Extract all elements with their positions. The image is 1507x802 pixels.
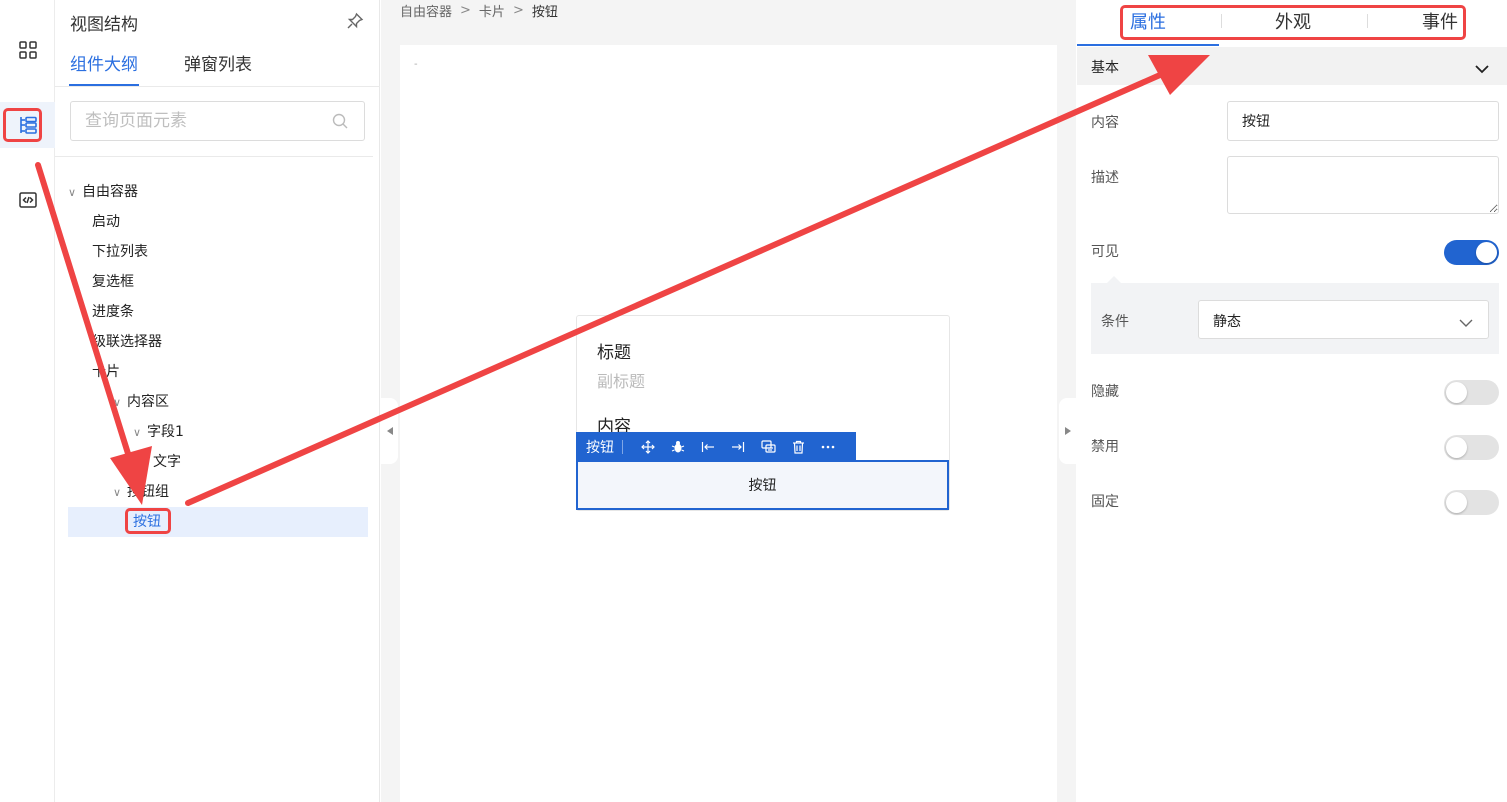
component-toolbar: 按钮 (576, 432, 856, 461)
condition-pointer (1107, 276, 1121, 283)
selected-button-component[interactable]: 按钮 (576, 460, 949, 510)
tree-item-text[interactable]: 文字 (68, 447, 368, 477)
toggle-knob (1446, 382, 1467, 403)
hidden-toggle[interactable] (1444, 380, 1499, 405)
toolbar-separator (622, 439, 623, 454)
chevron-down-icon[interactable]: ∨ (113, 478, 127, 508)
breadcrumb-separator: > (512, 2, 524, 18)
chevron-down-icon[interactable]: ∨ (133, 418, 147, 448)
card-subtitle: 副标题 (597, 372, 646, 391)
grid-icon (18, 41, 37, 59)
tree-item-start[interactable]: 启动 (68, 207, 368, 237)
toolbar-component-label: 按钮 (586, 439, 614, 456)
annotation-box-tabs (1120, 5, 1466, 40)
move-icon[interactable] (633, 432, 663, 461)
properties-panel: 属性 外观 事件 基本 内容 描述 可见 条件 静态 隐藏 禁用 固定 (1077, 0, 1507, 802)
tree-item-cascader[interactable]: 级联选择器 (68, 327, 368, 357)
condition-label: 条件 (1101, 314, 1129, 330)
active-tab-indicator (1077, 44, 1219, 46)
copy-comment-icon[interactable] (753, 432, 783, 461)
toggle-knob (1476, 242, 1497, 263)
section-basic-header[interactable]: 基本 (1077, 47, 1507, 85)
description-label: 描述 (1091, 170, 1119, 186)
condition-select[interactable]: 静态 (1198, 300, 1489, 339)
outline-title: 视图结构 (70, 15, 138, 35)
section-title: 基本 (1091, 60, 1119, 76)
align-left-icon[interactable] (693, 432, 723, 461)
components-grid-button[interactable] (0, 27, 55, 73)
icon-rail (0, 0, 55, 802)
tab-popup-list[interactable]: 弹窗列表 (184, 50, 252, 75)
disabled-label: 禁用 (1091, 439, 1119, 455)
tree-item-button-group[interactable]: ∨ 按钮组 (68, 477, 368, 507)
tree-item-content-area[interactable]: ∨ 内容区 (68, 387, 368, 417)
tree-item-free-container[interactable]: ∨ 自由容器 (68, 177, 368, 207)
tree-item-button-selected[interactable]: 按钮 (68, 507, 368, 537)
content-input[interactable] (1227, 101, 1499, 141)
outline-panel: 视图结构 组件大纲 弹窗列表 ∨自由容器 启动 下拉列表 复选框 进度条 级联选… (55, 0, 380, 802)
triangle-right-icon (1064, 427, 1071, 435)
collapse-right-panel-button[interactable] (1059, 398, 1076, 464)
fixed-label: 固定 (1091, 494, 1119, 510)
tree-item-field1[interactable]: ∨ 字段1 (68, 417, 368, 447)
debug-bug-icon[interactable] (663, 432, 693, 461)
page-canvas[interactable]: - 标题 副标题 内容 按钮 按钮 (400, 45, 1057, 802)
chevron-down-icon[interactable]: ∨ (113, 388, 127, 418)
toggle-knob (1446, 492, 1467, 513)
design-canvas: 自由容器 > 卡片 > 按钮 - 标题 副标题 内容 按钮 按钮 (381, 0, 1076, 802)
visible-toggle[interactable] (1444, 240, 1499, 265)
hidden-label: 隐藏 (1091, 384, 1119, 400)
search-icon[interactable] (332, 113, 348, 133)
chevron-down-icon (1459, 313, 1473, 332)
chevron-down-icon[interactable]: ∨ (68, 178, 82, 208)
fixed-toggle[interactable] (1444, 490, 1499, 515)
card-title: 标题 (597, 343, 631, 363)
trash-icon[interactable] (783, 432, 813, 461)
search-input[interactable] (70, 101, 365, 141)
visible-label: 可见 (1091, 244, 1119, 260)
tab-component-outline[interactable]: 组件大纲 (70, 50, 138, 75)
align-right-icon[interactable] (723, 432, 753, 461)
pin-icon (347, 12, 364, 29)
breadcrumb-item[interactable]: 自由容器 (400, 1, 452, 20)
breadcrumb: 自由容器 > 卡片 > 按钮 (400, 0, 558, 20)
tree-item-dropdown[interactable]: 下拉列表 (68, 237, 368, 267)
breadcrumb-item[interactable]: 卡片 (479, 1, 505, 20)
tree-item-card[interactable]: 卡片 (68, 357, 368, 387)
condition-select-value: 静态 (1213, 314, 1241, 330)
description-textarea[interactable] (1227, 156, 1499, 214)
collapse-left-panel-button[interactable] (381, 398, 398, 464)
tree-item-progress[interactable]: 进度条 (68, 297, 368, 327)
chevron-down-icon[interactable] (1475, 59, 1489, 78)
pin-button[interactable] (346, 12, 364, 34)
code-icon (18, 192, 37, 208)
divider (55, 156, 373, 157)
divider (55, 86, 380, 87)
more-icon[interactable] (813, 432, 843, 461)
tree-item-checkbox[interactable]: 复选框 (68, 267, 368, 297)
annotation-box-rail (3, 108, 42, 142)
content-label: 内容 (1091, 115, 1119, 131)
disabled-toggle[interactable] (1444, 435, 1499, 460)
code-button[interactable] (0, 177, 55, 223)
annotation-box-tree (125, 508, 171, 534)
page-marker: - (414, 59, 418, 70)
triangle-left-icon (386, 427, 393, 435)
breadcrumb-current: 按钮 (531, 4, 558, 20)
condition-box: 条件 静态 (1091, 283, 1499, 354)
toggle-knob (1446, 437, 1467, 458)
breadcrumb-separator: > (460, 2, 471, 18)
